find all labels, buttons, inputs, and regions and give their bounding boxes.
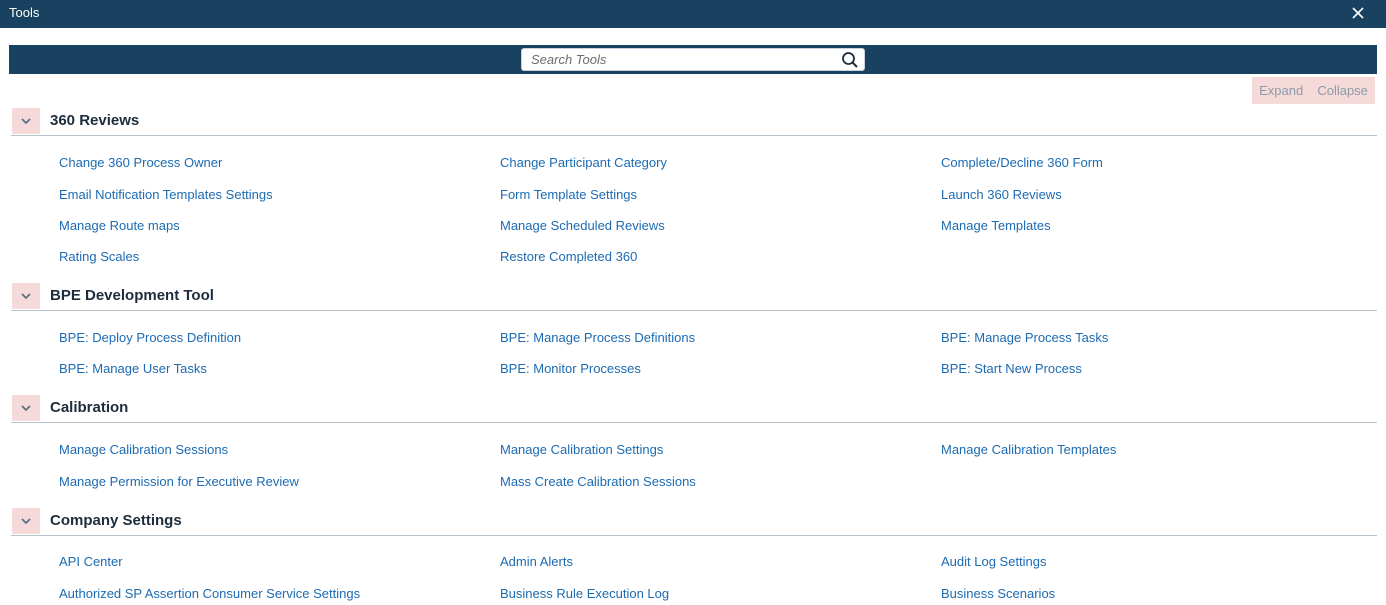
tool-link[interactable]: Audit Log Settings: [941, 554, 1047, 569]
tool-link[interactable]: BPE: Manage User Tasks: [59, 361, 207, 376]
tool-link[interactable]: Manage Calibration Sessions: [59, 442, 228, 457]
tool-link[interactable]: Email Notification Templates Settings: [59, 187, 273, 202]
tool-link[interactable]: Launch 360 Reviews: [941, 187, 1062, 202]
tool-link[interactable]: Restore Completed 360: [500, 249, 637, 264]
tool-link[interactable]: Manage Calibration Settings: [500, 442, 663, 457]
tool-link[interactable]: Manage Permission for Executive Review: [59, 474, 299, 489]
tool-link[interactable]: Change 360 Process Owner: [59, 155, 222, 170]
chevron-down-icon[interactable]: [12, 108, 40, 134]
tool-link[interactable]: BPE: Monitor Processes: [500, 361, 641, 376]
tool-link[interactable]: Change Participant Category: [500, 155, 667, 170]
tool-link[interactable]: Business Scenarios: [941, 586, 1055, 601]
tool-link[interactable]: BPE: Deploy Process Definition: [59, 330, 241, 345]
tool-link[interactable]: Admin Alerts: [500, 554, 573, 569]
window-title: Tools: [9, 5, 40, 20]
tool-link[interactable]: Manage Templates: [941, 218, 1051, 233]
tool-link[interactable]: Rating Scales: [59, 249, 139, 264]
tool-link[interactable]: Mass Create Calibration Sessions: [500, 474, 696, 489]
chevron-down-icon[interactable]: [12, 395, 40, 421]
tool-link[interactable]: Complete/Decline 360 Form: [941, 155, 1103, 170]
tool-link[interactable]: Manage Calibration Templates: [941, 442, 1116, 457]
tool-link[interactable]: BPE: Start New Process: [941, 361, 1082, 376]
search-input[interactable]: [522, 49, 832, 70]
section-header-calibration[interactable]: Calibration: [11, 393, 1377, 423]
search-icon[interactable]: [841, 51, 859, 69]
tool-link[interactable]: BPE: Manage Process Definitions: [500, 330, 695, 345]
chevron-down-icon[interactable]: [12, 508, 40, 534]
tool-link[interactable]: Business Rule Execution Log: [500, 586, 669, 601]
tool-link[interactable]: Authorized SP Assertion Consumer Service…: [59, 586, 360, 601]
section-title: Company Settings: [50, 512, 182, 529]
close-icon[interactable]: [1348, 3, 1368, 23]
section-title: Calibration: [50, 399, 129, 416]
tool-link[interactable]: Manage Route maps: [59, 218, 180, 233]
expand-collapse-controls: Expand Collapse: [1252, 77, 1375, 104]
title-bar: Tools: [0, 0, 1386, 28]
section-header-360-reviews[interactable]: 360 Reviews: [11, 106, 1377, 136]
section-header-bpe-development-tool[interactable]: BPE Development Tool: [11, 281, 1377, 311]
section-header-company-settings[interactable]: Company Settings: [11, 506, 1377, 536]
tool-link[interactable]: Manage Scheduled Reviews: [500, 218, 665, 233]
search-box: [521, 48, 865, 71]
collapse-button[interactable]: Collapse: [1313, 83, 1372, 98]
search-bar: [9, 45, 1377, 74]
tool-link[interactable]: BPE: Manage Process Tasks: [941, 330, 1108, 345]
tool-link[interactable]: Form Template Settings: [500, 187, 637, 202]
tool-link[interactable]: API Center: [59, 554, 123, 569]
chevron-down-icon[interactable]: [12, 283, 40, 309]
section-title: BPE Development Tool: [50, 287, 214, 304]
expand-button[interactable]: Expand: [1255, 83, 1307, 98]
section-title: 360 Reviews: [50, 112, 140, 129]
